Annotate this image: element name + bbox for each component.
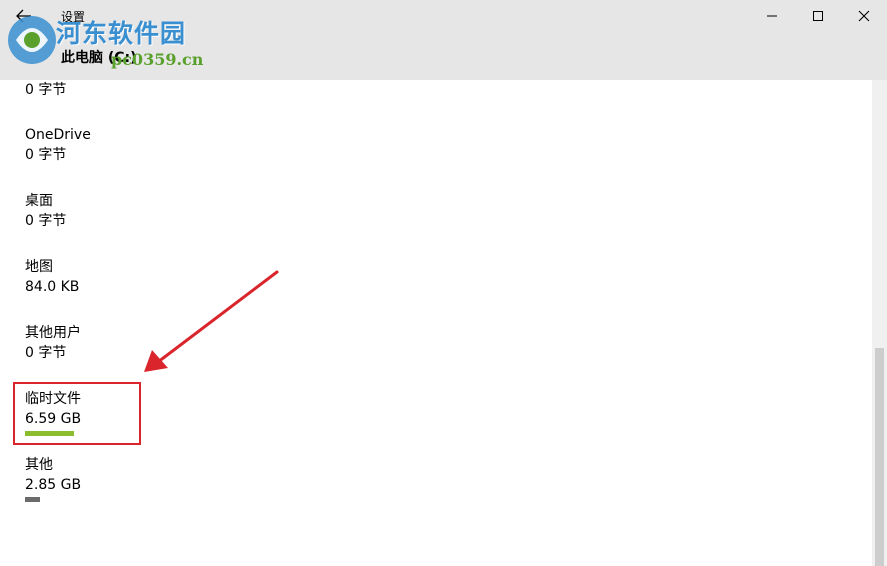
list-item-other[interactable]: 其他 2.85 GB xyxy=(25,455,81,502)
storage-list: 0 字节 OneDrive 0 字节 桌面 0 字节 地图 84.0 KB 其他… xyxy=(0,80,872,566)
watermark-brand: 河东软件园 xyxy=(56,19,187,48)
item-size: 0 字节 xyxy=(25,82,67,98)
list-item[interactable]: 其他用户 0 字节 xyxy=(25,323,81,363)
item-size: 0 字节 xyxy=(25,345,67,361)
item-size: 2.85 GB xyxy=(25,477,82,493)
scroll-thumb[interactable] xyxy=(875,348,884,566)
list-item[interactable]: 地图 84.0 KB xyxy=(25,257,79,297)
list-item[interactable]: OneDrive 0 字节 xyxy=(25,125,91,165)
watermark-logo-icon xyxy=(8,16,56,64)
item-size: 84.0 KB xyxy=(25,279,80,295)
item-name: 其他用户 xyxy=(25,325,81,341)
usage-bar xyxy=(25,497,40,502)
watermark-url: pc0359.cn xyxy=(111,50,204,69)
item-size: 0 字节 xyxy=(25,147,67,163)
close-icon xyxy=(858,10,870,22)
item-name: 其他 xyxy=(25,457,53,473)
annotation-highlight-box xyxy=(13,382,141,445)
item-name: OneDrive xyxy=(25,127,91,143)
scrollbar[interactable] xyxy=(872,80,887,566)
minimize-button[interactable] xyxy=(749,0,795,32)
list-item[interactable]: 0 字节 xyxy=(25,80,66,100)
maximize-icon xyxy=(813,11,823,21)
list-item[interactable]: 桌面 0 字节 xyxy=(25,191,66,231)
title-bar: 设置 此电脑 (C:) 河东软件园 pc0359.cn xyxy=(0,0,887,80)
close-button[interactable] xyxy=(841,0,887,32)
item-name: 地图 xyxy=(25,259,53,275)
minimize-icon xyxy=(767,15,777,17)
item-name: 桌面 xyxy=(25,193,53,209)
item-size: 0 字节 xyxy=(25,213,67,229)
maximize-button[interactable] xyxy=(795,0,841,32)
watermark: 河东软件园 pc0359.cn xyxy=(6,8,206,70)
